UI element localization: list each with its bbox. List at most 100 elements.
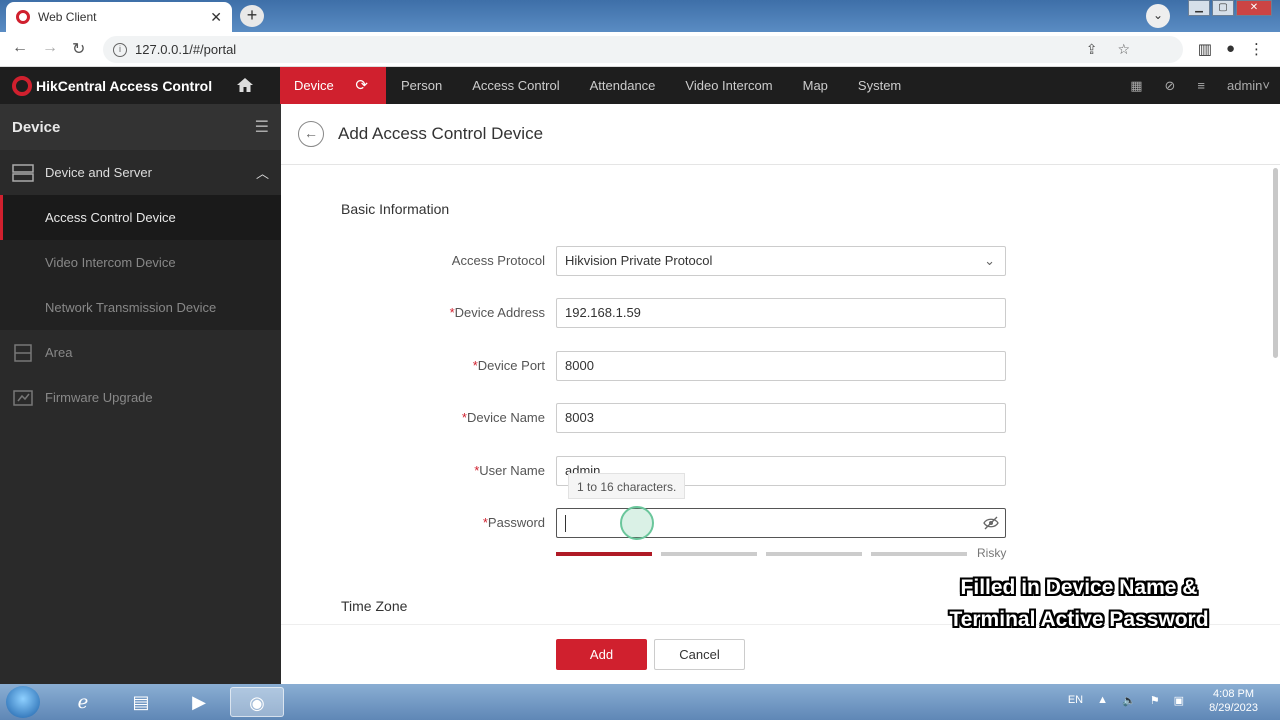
taskbar: ℯ ▤ ▶ ◉ EN ▲ 🔈 ⚑ ▣ 4:08 PM 8/29/2023 (0, 684, 1280, 720)
new-tab-button[interactable]: + (240, 5, 264, 27)
refresh-icon[interactable]: ⟳ (355, 77, 368, 94)
app-header: HikCentral Access Control Device ⟳ Perso… (0, 67, 1280, 104)
hikcentral-logo-icon (12, 76, 32, 96)
start-button[interactable] (6, 686, 40, 718)
section-time-zone: Time Zone (341, 598, 408, 614)
volume-icon[interactable]: 🔈 (1122, 694, 1136, 707)
password-label: *Password (483, 515, 545, 530)
site-info-icon[interactable]: i (113, 42, 127, 57)
cancel-button[interactable]: Cancel (654, 639, 745, 670)
user-menu[interactable]: admin˅ (1227, 78, 1270, 93)
strength-bar (766, 552, 862, 556)
nav-video-intercom[interactable]: Video Intercom (670, 67, 787, 104)
bookmark-star-icon[interactable]: ☆ (1117, 41, 1130, 58)
hikvision-favicon-icon (16, 10, 30, 24)
menu-icon[interactable]: ≡ (1197, 78, 1205, 93)
caption-line-1: Filled in Device Name & (960, 576, 1198, 599)
browser-toolbar: ← → ↻ i 127.0.0.1/#/portal ⇪ ☆ ▥ ● ⋮ (0, 32, 1280, 67)
user-name: admin (1226, 78, 1263, 93)
chrome-icon[interactable]: ◉ (230, 687, 284, 717)
home-icon[interactable] (236, 76, 254, 94)
nav-attendance[interactable]: Attendance (575, 67, 671, 104)
device-address-input[interactable]: 192.168.1.59 (556, 298, 1006, 328)
task-center-icon[interactable]: ▦ (1130, 78, 1142, 94)
sidebar-item-firmware-upgrade[interactable]: Firmware Upgrade (0, 375, 281, 420)
device-port-label: *Device Port (473, 358, 545, 373)
page-header: ← Add Access Control Device (281, 104, 1280, 165)
device-name-label-text: Device Name (466, 410, 545, 425)
nav-map[interactable]: Map (788, 67, 843, 104)
side-panel-icon[interactable]: ▥ (1198, 40, 1212, 58)
nav-system[interactable]: System (843, 67, 916, 104)
omnibox-actions: ⇪ ☆ (1086, 41, 1130, 58)
window-close-icon[interactable]: ✕ (1236, 0, 1272, 16)
action-center-icon[interactable]: ⚑ (1150, 694, 1160, 707)
browser-tab[interactable]: Web Client ✕ (6, 2, 232, 32)
nav-device-label: Device (294, 78, 334, 93)
file-explorer-icon[interactable]: ▤ (114, 687, 168, 717)
text-caret (565, 515, 566, 532)
firmware-icon (13, 389, 33, 406)
address-bar[interactable]: i 127.0.0.1/#/portal (103, 36, 1183, 63)
main-nav: Device ⟳ Person Access Control Attendanc… (280, 67, 916, 104)
minimize-icon[interactable]: ▁ (1188, 0, 1210, 16)
device-port-label-text: Device Port (477, 358, 545, 373)
strength-bar (871, 552, 967, 556)
chevron-up-icon: ︿ (255, 166, 269, 181)
language-indicator[interactable]: EN (1068, 694, 1083, 707)
device-name-input[interactable]: 8003 (556, 403, 1006, 433)
close-tab-icon[interactable]: ✕ (210, 9, 222, 26)
page-title: Add Access Control Device (338, 124, 544, 143)
maximize-icon[interactable]: ▢ (1212, 0, 1234, 16)
clock-time: 4:08 PM (1213, 688, 1255, 700)
share-icon[interactable]: ⇪ (1086, 41, 1098, 58)
show-hidden-icons[interactable]: ▲ (1097, 694, 1108, 707)
profile-icon[interactable]: ● (1226, 40, 1235, 58)
sidebar-item-area-label: Area (45, 345, 73, 360)
access-protocol-value: Hikvision Private Protocol (565, 253, 713, 268)
row-user-name: *User Name admin (281, 456, 1280, 486)
sidebar-item-video-intercom-device[interactable]: Video Intercom Device (0, 240, 281, 285)
more-menu-icon[interactable]: ⋮ (1249, 40, 1264, 58)
nav-device[interactable]: Device ⟳ (280, 67, 386, 104)
device-port-input[interactable]: 8000 (556, 351, 1006, 381)
device-address-label: *Device Address (450, 305, 545, 320)
add-button[interactable]: Add (556, 639, 647, 670)
sidebar-item-access-control-device[interactable]: Access Control Device (0, 195, 281, 240)
back-arrow-icon[interactable]: ← (12, 39, 28, 57)
collapse-sidebar-icon[interactable]: ☰ (255, 117, 269, 137)
area-icon (14, 343, 32, 362)
reload-icon[interactable]: ↻ (72, 39, 85, 59)
browser-tabstrip: Web Client ✕ + ⌄ ▁ ▢ ✕ (0, 0, 1280, 32)
sidebar-item-network-transmission-device[interactable]: Network Transmission Device (0, 285, 281, 330)
caption-line-2: Terminal Active Password (949, 608, 1209, 631)
media-player-icon[interactable]: ▶ (172, 687, 226, 717)
internet-explorer-icon[interactable]: ℯ (56, 687, 110, 717)
url-text: 127.0.0.1/#/portal (135, 42, 237, 57)
sidebar-group-device-server[interactable]: Device and Server ︿ (0, 150, 281, 195)
page-scrollbar[interactable] (1271, 165, 1280, 465)
browser-right-actions: ▥ ● ⋮ (1198, 40, 1264, 58)
product-name: HikCentral Access Control (36, 78, 213, 94)
clock-date: 8/29/2023 (1209, 702, 1258, 714)
network-icon[interactable]: ▣ (1174, 694, 1184, 707)
sidebar-item-area[interactable]: Area (0, 330, 281, 375)
tooltip: 1 to 16 characters. (568, 473, 686, 499)
hide-password-icon[interactable] (983, 516, 999, 530)
server-icon (12, 163, 34, 182)
sidebar: Device ☰ Device and Server ︿ Access Cont… (0, 104, 281, 684)
chevron-down-icon: ⌄ (984, 253, 995, 268)
access-protocol-select[interactable]: Hikvision Private Protocol ⌄ (556, 246, 1006, 276)
scrollbar-thumb[interactable] (1273, 168, 1278, 358)
header-actions: ▦ ⊘ ≡ admin˅ (1130, 67, 1270, 104)
nav-person[interactable]: Person (386, 67, 457, 104)
clock[interactable]: 4:08 PM 8/29/2023 (1209, 687, 1258, 715)
tab-search-icon[interactable]: ⌄ (1146, 4, 1170, 28)
back-button[interactable]: ← (298, 121, 324, 147)
password-strength-meter (556, 552, 967, 556)
user-name-label: *User Name (474, 463, 545, 478)
wizard-icon[interactable]: ⊘ (1164, 78, 1175, 94)
app-logo: HikCentral Access Control (12, 76, 212, 96)
forward-arrow-icon[interactable]: → (42, 39, 58, 57)
nav-access-control[interactable]: Access Control (457, 67, 574, 104)
